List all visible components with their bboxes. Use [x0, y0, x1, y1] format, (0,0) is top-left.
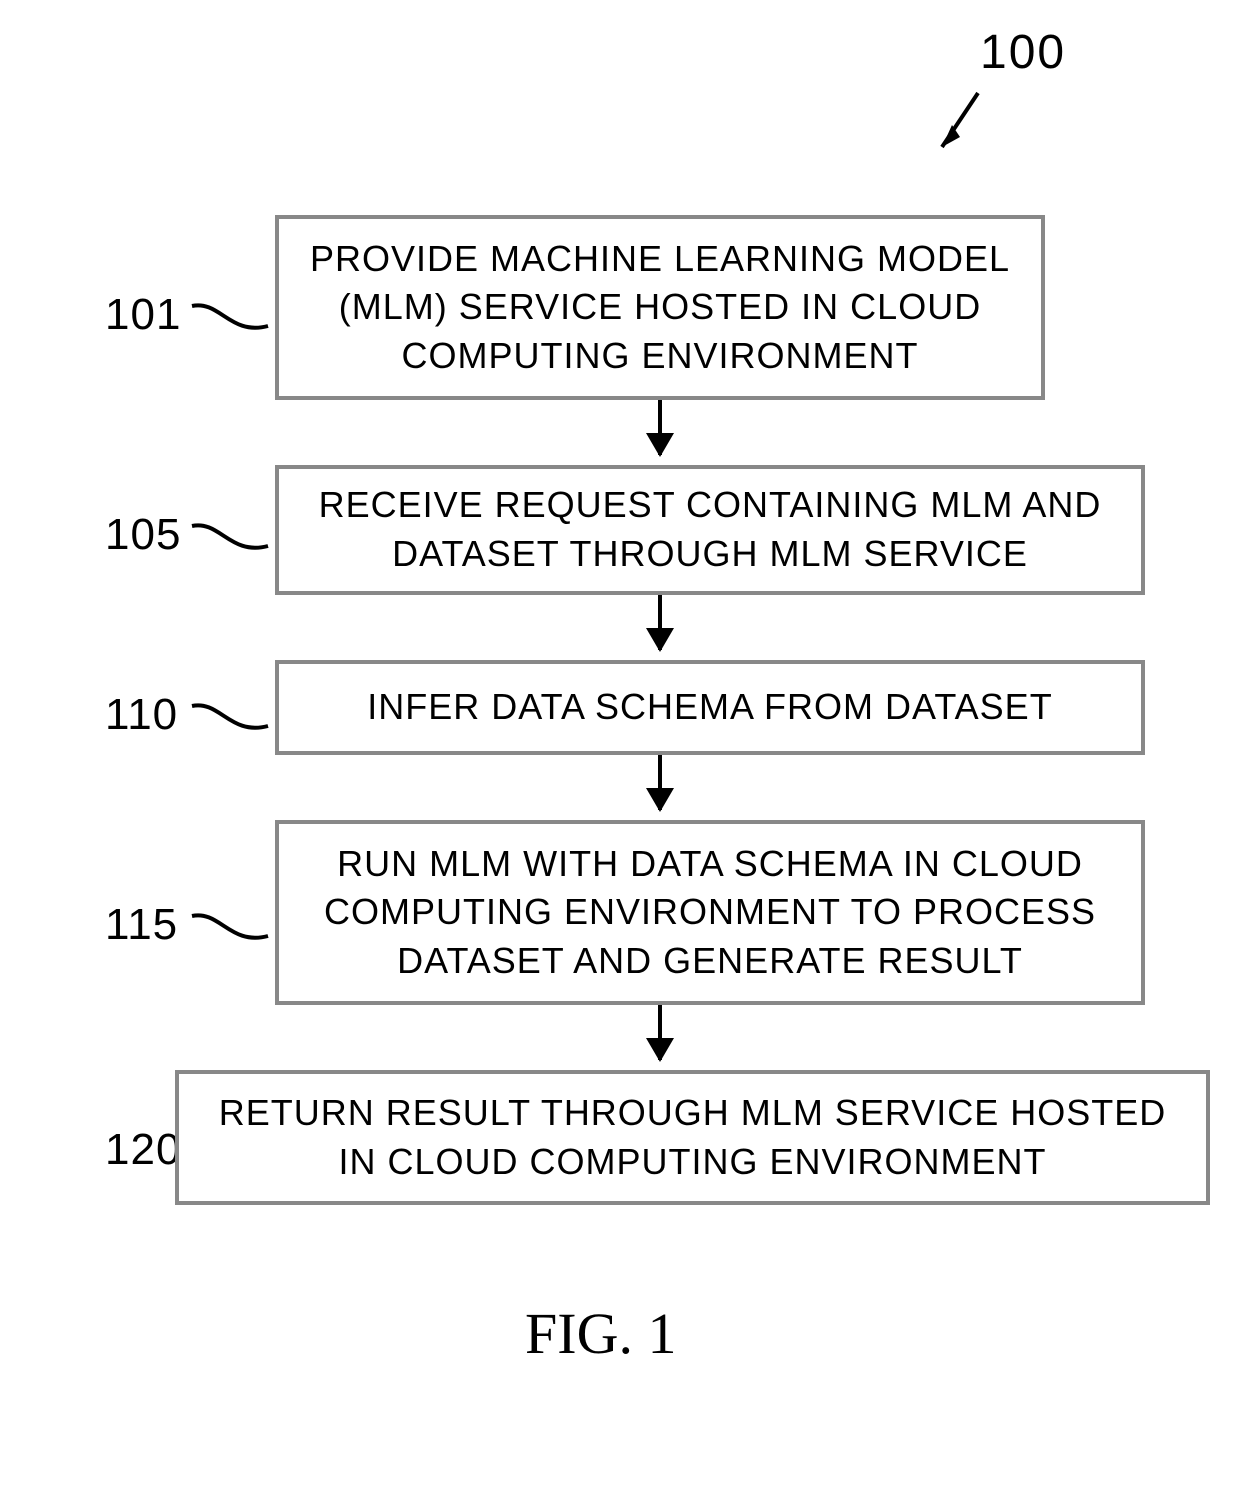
step-box-120: RETURN RESULT THROUGH MLM SERVICE HOSTED… — [175, 1070, 1210, 1205]
step-box-101: PROVIDE MACHINE LEARNING MODEL (MLM) SER… — [275, 215, 1045, 400]
arrow-down-icon — [658, 755, 662, 810]
step-number-115: 115 — [105, 900, 178, 950]
step-number-101: 101 — [105, 290, 181, 340]
step-box-115: RUN MLM WITH DATA SCHEMA IN CLOUD COMPUT… — [275, 820, 1145, 1005]
arrow-down-icon — [658, 400, 662, 455]
step-text-101: PROVIDE MACHINE LEARNING MODEL (MLM) SER… — [299, 235, 1021, 381]
figure-reference-number: 100 — [980, 25, 1066, 80]
connector-swoosh-icon — [190, 908, 270, 948]
connector-swoosh-icon — [190, 298, 270, 338]
connector-swoosh-icon — [190, 518, 270, 558]
step-number-120: 120 — [105, 1125, 181, 1175]
step-text-115: RUN MLM WITH DATA SCHEMA IN CLOUD COMPUT… — [299, 840, 1121, 986]
arrow-down-icon — [658, 1005, 662, 1060]
step-number-105: 105 — [105, 510, 181, 560]
pointer-arrow-icon — [930, 85, 990, 165]
step-text-105: RECEIVE REQUEST CONTAINING MLM AND DATAS… — [299, 481, 1121, 578]
step-text-110: INFER DATA SCHEMA FROM DATASET — [367, 683, 1052, 732]
step-box-110: INFER DATA SCHEMA FROM DATASET — [275, 660, 1145, 755]
connector-swoosh-icon — [190, 698, 270, 738]
arrow-down-icon — [658, 595, 662, 650]
flowchart-canvas: 100 101 PROVIDE MACHINE LEARNING MODEL (… — [0, 0, 1234, 1497]
figure-caption: FIG. 1 — [525, 1300, 676, 1367]
step-text-120: RETURN RESULT THROUGH MLM SERVICE HOSTED… — [199, 1089, 1186, 1186]
step-number-110: 110 — [105, 690, 178, 740]
step-box-105: RECEIVE REQUEST CONTAINING MLM AND DATAS… — [275, 465, 1145, 595]
